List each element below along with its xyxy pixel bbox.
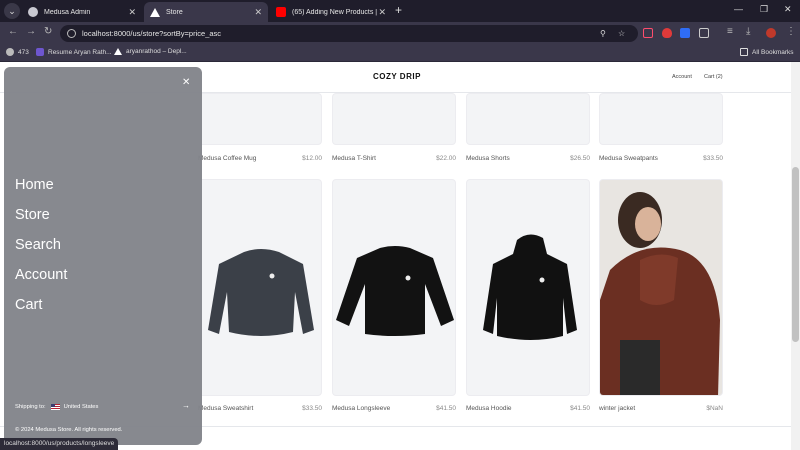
product-image[interactable] [332, 93, 456, 145]
close-icon[interactable]: ✕ [378, 7, 386, 18]
product-name[interactable]: Medusa Sweatshirt [198, 405, 253, 412]
product-price: $22.00 [436, 155, 456, 162]
product-name[interactable]: Medusa Coffee Mug [198, 155, 256, 162]
browser-menu-icon[interactable]: ⋮ [786, 26, 796, 37]
medusa-favicon-icon [28, 7, 38, 17]
product-image-sweatshirt[interactable] [198, 179, 322, 396]
menu-item-cart[interactable]: Cart [15, 297, 42, 313]
product-image-winter-jacket[interactable] [599, 179, 723, 396]
browser-toolbar: ← → ↻ localhost:8000/us/store?sortBy=pri… [0, 22, 800, 44]
cart-link[interactable]: Cart (2) [704, 74, 723, 80]
tab-title: Store [166, 8, 183, 16]
close-icon[interactable]: ✕ [254, 7, 262, 18]
bookmark-star-icon[interactable]: ☆ [618, 25, 625, 42]
bookmark-item[interactable]: aryanrathod – Depl... [114, 48, 187, 55]
bookmark-label: Resume Aryan Rath... [48, 48, 112, 56]
bookmark-label: aryanrathod – Depl... [126, 48, 187, 55]
close-icon[interactable]: ✕ [182, 77, 190, 88]
product-image[interactable] [466, 93, 590, 145]
extension-shield-icon[interactable] [662, 28, 672, 38]
shipping-country: United States [63, 404, 99, 410]
product-price: $41.50 [570, 405, 590, 412]
arrow-right-icon[interactable]: → [182, 401, 190, 410]
side-menu-panel: ✕ Home Store Search Account Cart Shippin… [4, 67, 202, 445]
reload-icon[interactable]: ↻ [44, 26, 52, 37]
zoom-search-icon[interactable]: ⚲ [600, 25, 606, 42]
all-bookmarks[interactable]: All Bookmarks [740, 48, 794, 56]
address-url: localhost:8000/us/store?sortBy=price_asc [82, 29, 222, 38]
product-image-longsleeve[interactable] [332, 179, 456, 396]
copyright-text: © 2024 Medusa Store. All rights reserved… [15, 427, 123, 433]
tab-youtube[interactable]: (65) Adding New Products | Me ✕ [270, 2, 392, 22]
back-icon[interactable]: ← [8, 26, 18, 37]
close-icon[interactable]: ✕ [128, 7, 136, 18]
forward-icon[interactable]: → [26, 26, 36, 37]
product-price: $41.50 [436, 405, 456, 412]
product-name[interactable]: Medusa Shorts [466, 155, 510, 162]
tab-title: Medusa Admin [44, 8, 91, 16]
jacket-model-photo-icon [600, 180, 722, 395]
product-price: $33.50 [703, 155, 723, 162]
tab-store[interactable]: Store ✕ [144, 2, 268, 22]
bookmark-label: 473 [18, 48, 29, 56]
address-bar[interactable]: localhost:8000/us/store?sortBy=price_asc… [60, 25, 638, 42]
store-favicon-icon [150, 7, 160, 17]
shipping-selector[interactable]: Shipping to: United States [15, 404, 98, 410]
menu-item-store[interactable]: Store [15, 207, 50, 223]
shipping-label: Shipping to: [15, 404, 46, 410]
tab-search-icon[interactable]: ⌄ [4, 3, 20, 19]
sweatshirt-icon [208, 249, 314, 336]
restore-icon[interactable]: ❐ [760, 4, 768, 15]
product-price: $33.50 [302, 405, 322, 412]
tab-medusa-admin[interactable]: Medusa Admin ✕ [22, 2, 142, 22]
new-tab-icon[interactable]: + [395, 3, 402, 17]
site-info-icon[interactable] [67, 29, 76, 38]
product-price: $26.50 [570, 155, 590, 162]
browser-tab-bar: ⌄ Medusa Admin ✕ Store ✕ (65) Adding New… [0, 0, 800, 22]
product-name[interactable]: winter jacket [599, 405, 635, 412]
product-name[interactable]: Medusa Sweatpants [599, 155, 658, 162]
page-scrollbar[interactable] [791, 62, 800, 450]
github-icon [6, 48, 14, 56]
download-icon[interactable]: ⤓ [746, 26, 750, 37]
extension-icon[interactable] [643, 28, 653, 38]
product-image-hoodie[interactable] [466, 179, 590, 396]
product-name[interactable]: Medusa Hoodie [466, 405, 512, 412]
minimize-icon[interactable]: — [734, 4, 743, 14]
folder-icon [740, 48, 748, 56]
product-price: $NaN [706, 405, 723, 412]
bookmark-item[interactable]: Resume Aryan Rath... [36, 48, 112, 56]
extension-blue-icon[interactable] [680, 28, 690, 38]
product-price: $12.00 [302, 155, 322, 162]
tab-title: (65) Adding New Products | Me [292, 8, 378, 16]
bookmark-item[interactable]: 473 [6, 48, 29, 56]
menu-item-home[interactable]: Home [15, 177, 54, 193]
us-flag-icon [50, 404, 60, 410]
menu-item-account[interactable]: Account [15, 267, 67, 283]
menu-item-search[interactable]: Search [15, 237, 61, 253]
youtube-favicon-icon [276, 7, 286, 17]
extensions-puzzle-icon[interactable] [699, 28, 709, 38]
product-image[interactable] [198, 93, 322, 145]
profile-avatar-icon[interactable] [766, 28, 776, 38]
longsleeve-icon [336, 246, 454, 336]
product-name[interactable]: Medusa T-Shirt [332, 155, 376, 162]
account-link[interactable]: Account [672, 74, 692, 80]
bookmarks-bar: 473 Resume Aryan Rath... aryanrathod – D… [0, 44, 800, 62]
all-bookmarks-label: All Bookmarks [752, 48, 794, 56]
scrollbar-thumb[interactable] [792, 167, 799, 342]
hoodie-icon [483, 234, 577, 340]
product-name[interactable]: Medusa Longsleeve [332, 405, 390, 412]
bookmark-favicon-icon [36, 48, 44, 56]
media-control-icon[interactable]: ≡ [727, 26, 733, 37]
vercel-icon [114, 48, 122, 55]
product-image[interactable] [599, 93, 723, 145]
window-close-icon[interactable]: ✕ [784, 4, 792, 15]
status-bar-url: localhost:8000/us/products/longsleeve [0, 438, 119, 450]
brand-logo[interactable]: COZY DRIP [373, 72, 421, 81]
